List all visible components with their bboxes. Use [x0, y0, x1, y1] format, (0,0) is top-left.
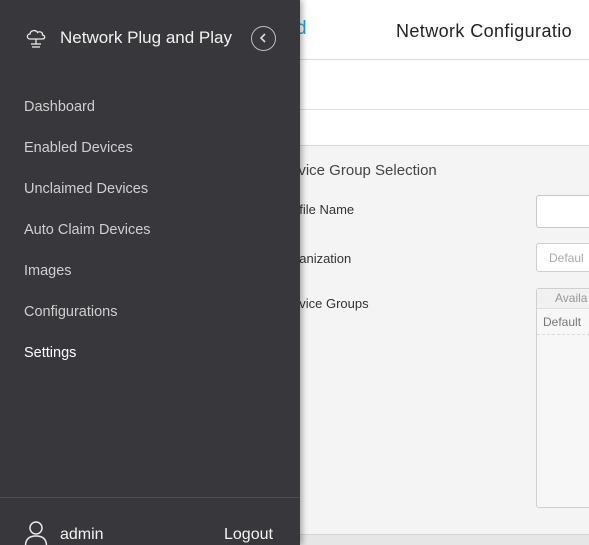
sidebar: Network Plug and Play Dashboard Enabled …: [0, 0, 300, 545]
sidebar-item-settings[interactable]: Settings: [24, 345, 76, 361]
organization-select-value: Defaul: [549, 251, 584, 265]
device-groups-label: evice Groups: [292, 296, 369, 311]
device-groups-list[interactable]: Availa Default: [536, 288, 589, 508]
page-title: Network Configuratio: [396, 21, 573, 41]
logout-link[interactable]: Logout: [224, 526, 273, 544]
sidebar-item-dashboard[interactable]: Dashboard: [24, 99, 95, 115]
sidebar-item-unclaimed-devices[interactable]: Unclaimed Devices: [24, 181, 148, 197]
cloud-network-icon: [24, 26, 48, 50]
sidebar-item-configurations[interactable]: Configurations: [24, 304, 118, 320]
app-title: Network Plug and Play: [60, 28, 232, 47]
list-item[interactable]: Default: [537, 311, 589, 335]
profile-name-label: ofile Name: [292, 202, 355, 217]
section-title: evice Group Selection: [290, 162, 437, 179]
user-icon: [24, 520, 48, 545]
device-groups-list-header: Availa: [537, 289, 589, 309]
organization-label: ganization: [292, 251, 352, 266]
username: admin: [60, 526, 104, 543]
sidebar-item-auto-claim-devices[interactable]: Auto Claim Devices: [24, 222, 151, 238]
sidebar-item-enabled-devices[interactable]: Enabled Devices: [24, 140, 133, 156]
chevron-left-circle-icon[interactable]: [251, 26, 276, 51]
sidebar-item-images[interactable]: Images: [24, 263, 72, 279]
organization-select[interactable]: Defaul: [536, 243, 589, 272]
sidebar-footer: admin Logout: [0, 497, 300, 545]
profile-name-input[interactable]: [536, 195, 589, 228]
bottom-bar: [296, 534, 589, 545]
